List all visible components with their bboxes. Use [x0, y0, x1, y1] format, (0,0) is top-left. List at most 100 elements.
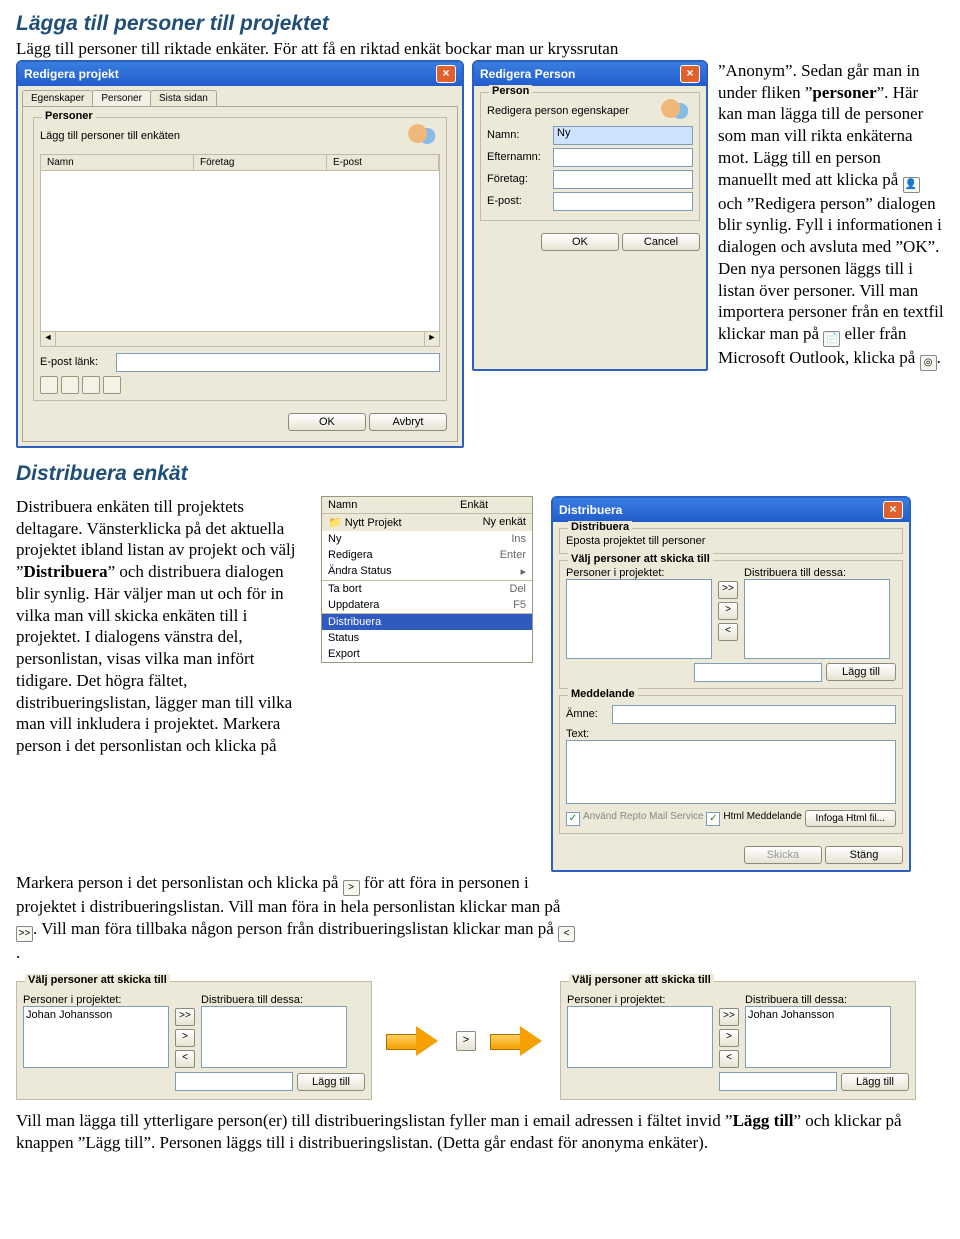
- send-button[interactable]: Skicka: [744, 846, 822, 864]
- cancel-button[interactable]: Cancel: [622, 233, 700, 251]
- tab-personer[interactable]: Personer: [92, 90, 151, 106]
- import-outlook-icon[interactable]: [82, 376, 100, 394]
- col-foretag[interactable]: Företag: [194, 155, 327, 170]
- persons-table-header: Namn Företag E-post: [40, 154, 440, 171]
- ok-button[interactable]: OK: [541, 233, 619, 251]
- left-list-label: Personer i projektet:: [566, 567, 712, 579]
- close-icon[interactable]: ×: [436, 65, 456, 83]
- people-icon: [661, 99, 693, 123]
- group-distribute-title: Distribuera: [568, 521, 632, 533]
- distribute-to-list[interactable]: [201, 1006, 347, 1068]
- repto-checkbox[interactable]: ✓Använd Repto Mail Service: [566, 811, 704, 826]
- subject-input[interactable]: [612, 705, 896, 724]
- move-all-right-button[interactable]: >>: [719, 1008, 739, 1026]
- move-right-button[interactable]: >: [175, 1029, 195, 1047]
- add-email-input[interactable]: [175, 1072, 293, 1091]
- tab-sista-sidan[interactable]: Sista sidan: [150, 90, 217, 106]
- ctx-item-distribuera[interactable]: Distribuera: [322, 614, 532, 630]
- tabs: Egenskaper Personer Sista sidan: [18, 86, 462, 106]
- people-icon: [408, 124, 440, 148]
- import-textfile-icon: 📄: [823, 331, 840, 347]
- message-group-title: Meddelande: [568, 688, 638, 700]
- ctx-item-ta-bort[interactable]: Ta bortDel: [322, 581, 532, 597]
- horizontal-scrollbar[interactable]: ◄ ►: [40, 332, 440, 347]
- move-right-button[interactable]: >: [456, 1031, 476, 1051]
- add-person-icon: 👤: [903, 177, 920, 193]
- close-icon[interactable]: ×: [680, 65, 700, 83]
- left-list-label: Personer i projektet:: [567, 994, 713, 1006]
- ctx-item-ny[interactable]: NyIns: [322, 531, 532, 547]
- move-right-button[interactable]: >: [719, 1029, 739, 1047]
- move-left-button[interactable]: <: [175, 1050, 195, 1068]
- add-person-icon[interactable]: [40, 376, 58, 394]
- add-button[interactable]: Lägg till: [841, 1073, 909, 1091]
- efternamn-input[interactable]: [553, 148, 693, 167]
- tab-egenskaper[interactable]: Egenskaper: [22, 90, 93, 106]
- infoga-html-button[interactable]: Infoga Html fil...: [805, 810, 896, 827]
- move-all-right-button[interactable]: >>: [175, 1008, 195, 1026]
- ok-button[interactable]: OK: [288, 413, 366, 431]
- move-all-right-icon: >>: [16, 926, 33, 942]
- efternamn-label: Efternamn:: [487, 151, 547, 163]
- right-list-label: Distribuera till dessa:: [201, 994, 347, 1006]
- ctx-item-export[interactable]: Export: [322, 646, 532, 662]
- epost-lank-label: E-post länk:: [40, 356, 110, 368]
- redigera-person-window: Redigera Person × Person Redigera person…: [472, 60, 708, 371]
- footer-paragraph: Vill man lägga till ytterligare person(e…: [16, 1110, 944, 1154]
- close-icon[interactable]: ×: [883, 501, 903, 519]
- epost-input[interactable]: [553, 192, 693, 211]
- ctx-item-uppdatera[interactable]: UppdateraF5: [322, 597, 532, 613]
- delete-person-icon[interactable]: [103, 376, 121, 394]
- html-msg-checkbox[interactable]: ✓Html Meddelande: [706, 811, 801, 826]
- text-label: Text:: [566, 728, 896, 740]
- section-distribute-title: Distribuera enkät: [16, 462, 944, 486]
- group-personer-subtitle: Lägg till personer till enkäten: [40, 130, 180, 142]
- col-epost[interactable]: E-post: [327, 155, 439, 170]
- section-add-persons-title: Lägga till personer till projektet: [16, 12, 944, 36]
- subject-label: Ämne:: [566, 708, 606, 720]
- message-textarea[interactable]: [566, 740, 896, 804]
- persons-table-body[interactable]: [40, 171, 440, 332]
- group-distribute-subtitle: Eposta projektet till personer: [566, 535, 896, 547]
- add-button[interactable]: Lägg till: [826, 663, 896, 681]
- after-box: Välj personer att skicka till Personer i…: [560, 981, 916, 1100]
- move-right-button[interactable]: >: [718, 602, 738, 620]
- add-email-input[interactable]: [719, 1072, 837, 1091]
- persons-in-project-list[interactable]: [566, 579, 712, 659]
- distribute-dialog: Distribuera × Distribuera Eposta projekt…: [551, 496, 911, 872]
- namn-input[interactable]: Ny: [553, 126, 693, 145]
- col-namn[interactable]: Namn: [41, 155, 194, 170]
- before-box: Välj personer att skicka till Personer i…: [16, 981, 372, 1100]
- cancel-button[interactable]: Avbryt: [369, 413, 447, 431]
- epost-lank-input[interactable]: [116, 353, 440, 372]
- right-list-label: Distribuera till dessa:: [744, 567, 890, 579]
- redigera-projekt-window: Redigera projekt × Egenskaper Personer S…: [16, 60, 464, 448]
- ctx-project-row[interactable]: 📁 Nytt Projekt Ny enkät: [322, 514, 532, 531]
- move-left-button[interactable]: <: [718, 623, 738, 641]
- section2-para-rest: Markera person i det personlistan och kl…: [16, 872, 576, 964]
- arrow-icon: [490, 1026, 546, 1056]
- ctx-item-ändra-status[interactable]: Ändra Status▸: [322, 563, 532, 580]
- move-left-icon: <: [558, 926, 575, 942]
- distribute-to-list[interactable]: Johan Johansson: [745, 1006, 891, 1068]
- persons-in-project-list[interactable]: Johan Johansson: [23, 1006, 169, 1068]
- add-email-input[interactable]: [694, 663, 822, 682]
- ctx-item-status[interactable]: Status: [322, 630, 532, 646]
- left-list-label: Personer i projektet:: [23, 994, 169, 1006]
- pick-persons-title: Välj personer att skicka till: [568, 553, 713, 565]
- section1-paragraph: ”Anonym”. Sedan går man in under fliken …: [718, 60, 944, 371]
- distribute-to-list[interactable]: [744, 579, 890, 659]
- section2-para-start: Distribuera enkäten till projektets delt…: [16, 496, 311, 757]
- foretag-input[interactable]: [553, 170, 693, 189]
- epost-label: E-post:: [487, 195, 547, 207]
- group-person-subtitle: Redigera person egenskaper: [487, 105, 629, 117]
- add-button[interactable]: Lägg till: [297, 1073, 365, 1091]
- foretag-label: Företag:: [487, 173, 547, 185]
- persons-in-project-list[interactable]: [567, 1006, 713, 1068]
- move-left-button[interactable]: <: [719, 1050, 739, 1068]
- close-button[interactable]: Stäng: [825, 846, 903, 864]
- import-textfile-icon[interactable]: [61, 376, 79, 394]
- move-all-right-button[interactable]: >>: [718, 581, 738, 599]
- ctx-item-redigera[interactable]: RedigeraEnter: [322, 547, 532, 563]
- right-list-label: Distribuera till dessa:: [745, 994, 891, 1006]
